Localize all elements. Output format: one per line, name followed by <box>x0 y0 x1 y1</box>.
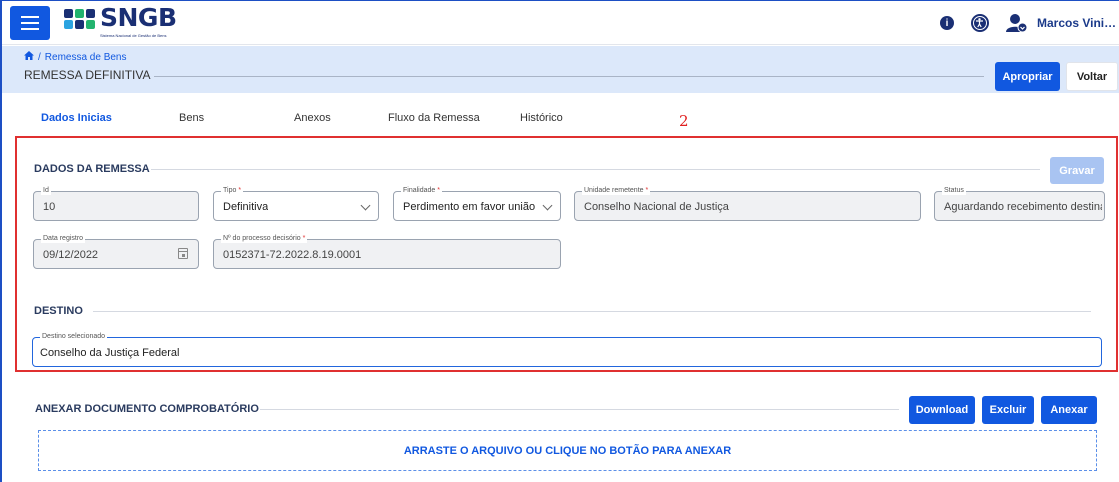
voltar-button[interactable]: Voltar <box>1066 62 1118 91</box>
breadcrumb-remessa-de-bens[interactable]: Remessa de Bens <box>45 52 127 63</box>
data-registro-label: Data registro <box>41 234 86 243</box>
menu-line <box>21 28 39 30</box>
top-header: SNGB Sistema Nacional de Gestão de Bens … <box>2 1 1119 45</box>
tab-fluxo-da-remessa[interactable]: Fluxo da Remessa <box>388 112 480 124</box>
accessibility-figure <box>973 16 987 30</box>
dropzone-text: ARRASTE O ARQUIVO OU CLIQUE NO BOTÃO PAR… <box>403 444 732 457</box>
destino-selecionado-value: Conselho da Justiça Federal <box>40 347 180 359</box>
finalidade-select-value: Perdimento em favor união <box>403 201 536 213</box>
unidade-remetente-field[interactable]: Unidade remetente * Conselho Nacional de… <box>574 186 921 221</box>
section-divider <box>151 169 1040 170</box>
logo-text: SNGB <box>100 3 177 32</box>
tab-dados-iniciais[interactable]: Dados Inicias <box>41 112 112 124</box>
chevron-down-icon <box>360 200 371 211</box>
logo-subtitle: Sistema Nacional de Gestão de Bens <box>100 33 167 38</box>
sngb-logo[interactable]: SNGB Sistema Nacional de Gestão de Bens <box>64 5 177 41</box>
id-field-label: Id <box>41 186 51 195</box>
tipo-select-value: Definitiva <box>223 201 269 213</box>
breadcrumb: / Remessa de Bens <box>24 51 127 63</box>
user-account-icon[interactable] <box>1006 13 1028 33</box>
title-divider <box>154 76 984 77</box>
id-field[interactable]: Id 10 <box>33 186 199 221</box>
destino-selecionado-label: Destino selecionado <box>40 332 108 341</box>
anexar-button[interactable]: Anexar <box>1041 396 1097 424</box>
finalidade-select-label: Finalidade * <box>401 186 442 195</box>
unidade-remetente-value: Conselho Nacional de Justiça <box>584 201 729 213</box>
data-registro-field[interactable]: Data registro 09/12/2022 <box>33 234 199 269</box>
destino-selecionado-field[interactable]: Destino selecionado Conselho da Justiça … <box>32 332 1102 367</box>
section-divider <box>260 409 899 410</box>
menu-line <box>21 16 39 18</box>
download-button[interactable]: Download <box>909 396 975 424</box>
calendar-icon[interactable] <box>178 248 188 259</box>
tipo-select-label: Tipo * <box>221 186 244 195</box>
finalidade-select[interactable]: Finalidade * Perdimento em favor união <box>393 186 561 221</box>
apropriar-button[interactable]: Apropriar <box>995 62 1060 91</box>
annotation-number: 2 <box>679 112 689 130</box>
tab-bens[interactable]: Bens <box>179 112 204 124</box>
tab-bar: Dados Inicias Bens Anexos Fluxo da Remes… <box>2 112 702 130</box>
chevron-down-icon <box>542 200 553 211</box>
processo-decisorio-value: 0152371-72.2022.8.19.0001 <box>223 249 362 261</box>
info-icon[interactable]: i <box>940 16 954 30</box>
data-registro-value: 09/12/2022 <box>43 249 99 261</box>
status-field-label: Status <box>942 186 966 195</box>
section-title-dados-remessa: DADOS DA REMESSA <box>34 163 150 175</box>
accessibility-icon[interactable] <box>971 14 989 32</box>
status-field[interactable]: Status Aguardando recebimento destina <box>934 186 1105 221</box>
unidade-remetente-label: Unidade remetente * <box>582 186 651 195</box>
section-title-destino: DESTINO <box>34 305 83 317</box>
home-icon[interactable] <box>24 51 34 63</box>
header-actions: i Marcos Vinicius Satyro C... <box>940 1 1119 45</box>
user-name[interactable]: Marcos Vinicius Satyro C... <box>1037 16 1117 30</box>
tipo-select[interactable]: Tipo * Definitiva <box>213 186 379 221</box>
section-divider <box>93 311 1091 312</box>
processo-decisorio-field[interactable]: Nº do processo decisório * 0152371-72.20… <box>213 234 561 269</box>
tab-historico[interactable]: Histórico <box>520 112 563 124</box>
breadcrumb-separator: / <box>38 51 41 63</box>
gravar-button[interactable]: Gravar <box>1050 157 1104 184</box>
section-title-anexar: ANEXAR DOCUMENTO COMPROBATÓRIO <box>35 403 259 415</box>
status-field-value: Aguardando recebimento destina <box>944 201 1102 213</box>
file-dropzone[interactable]: ARRASTE O ARQUIVO OU CLIQUE NO BOTÃO PAR… <box>38 430 1097 471</box>
processo-decisorio-label: Nº do processo decisório * <box>221 234 308 243</box>
logo-mark-icon <box>64 5 96 33</box>
hamburger-menu-button[interactable] <box>10 6 50 40</box>
page-subheader: / Remessa de Bens REMESSA DEFINITIVA Apr… <box>2 46 1119 93</box>
tab-anexos[interactable]: Anexos <box>294 112 331 124</box>
menu-line <box>21 22 39 24</box>
id-field-value: 10 <box>43 201 56 213</box>
page-title: REMESSA DEFINITIVA <box>24 68 151 82</box>
excluir-button[interactable]: Excluir <box>982 396 1034 424</box>
